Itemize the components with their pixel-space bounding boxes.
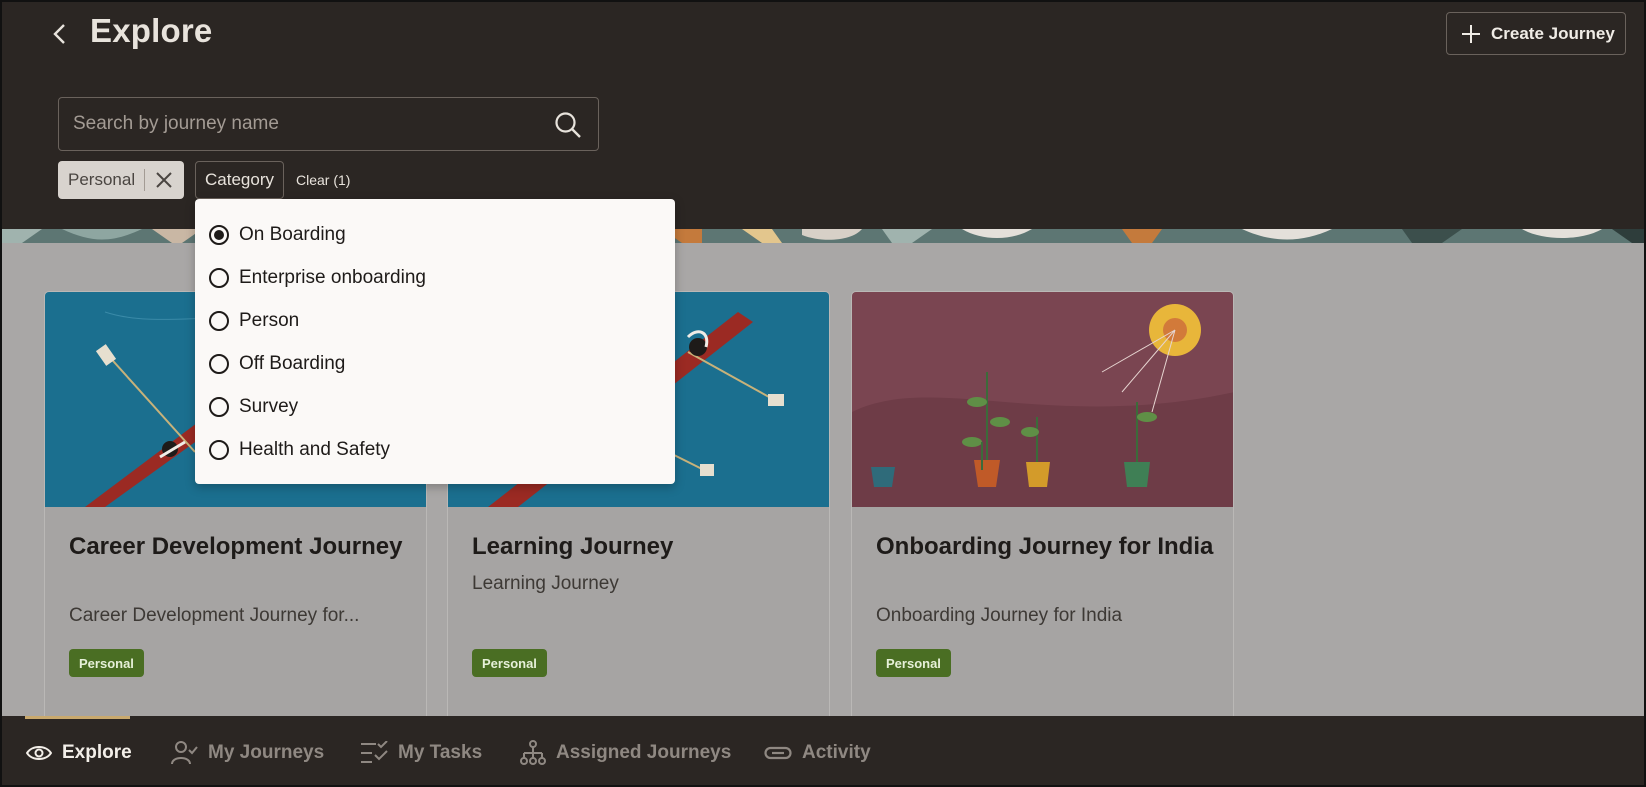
card-subtitle: Career Development Journey for... bbox=[69, 605, 360, 626]
card-subtitle: Onboarding Journey for India bbox=[876, 605, 1123, 626]
bottom-nav: Explore My Journeys My Tasks Assigned Jo… bbox=[2, 716, 1644, 785]
plus-icon bbox=[1462, 24, 1480, 43]
filter-chip-personal: Personal bbox=[58, 161, 184, 199]
nav-label: My Tasks bbox=[398, 741, 483, 763]
journey-card[interactable]: Onboarding Journey for India Onboarding … bbox=[851, 291, 1234, 731]
nav-label: Explore bbox=[62, 741, 132, 763]
nav-label: Assigned Journeys bbox=[556, 741, 732, 763]
remove-filter-button[interactable] bbox=[145, 161, 183, 199]
option-label: On Boarding bbox=[239, 223, 346, 245]
category-option-person[interactable]: Person bbox=[195, 299, 675, 342]
search-box bbox=[58, 97, 599, 151]
category-option-survey[interactable]: Survey bbox=[195, 385, 675, 428]
category-filter-button[interactable]: Category bbox=[195, 161, 284, 199]
create-journey-button[interactable]: Create Journey bbox=[1446, 12, 1626, 55]
radio-unselected bbox=[209, 396, 229, 417]
hierarchy-icon bbox=[520, 739, 546, 765]
back-button[interactable] bbox=[46, 20, 74, 48]
nav-item-my-tasks[interactable]: My Tasks bbox=[360, 716, 483, 785]
option-label: Enterprise onboarding bbox=[239, 266, 426, 288]
task-list-icon bbox=[361, 740, 388, 763]
radio-unselected bbox=[209, 310, 229, 331]
clear-filters-link[interactable]: Clear (1) bbox=[296, 172, 350, 188]
close-icon bbox=[156, 172, 172, 188]
nav-item-explore[interactable]: Explore bbox=[26, 716, 132, 785]
option-label: Survey bbox=[239, 395, 299, 417]
search-input[interactable] bbox=[73, 98, 543, 150]
option-label: Health and Safety bbox=[239, 438, 391, 460]
app-frame: Explore Create Journey Personal Category… bbox=[0, 0, 1646, 787]
option-label: Person bbox=[239, 309, 300, 331]
category-option-enterprise-onboarding[interactable]: Enterprise onboarding bbox=[195, 256, 675, 299]
category-option-off-boarding[interactable]: Off Boarding bbox=[195, 342, 675, 385]
option-label: Off Boarding bbox=[239, 352, 346, 374]
link-icon bbox=[764, 746, 792, 759]
nav-item-activity[interactable]: Activity bbox=[764, 716, 871, 785]
radio-unselected bbox=[209, 353, 229, 374]
eye-icon bbox=[26, 745, 52, 760]
nav-item-assigned-journeys[interactable]: Assigned Journeys bbox=[520, 716, 732, 785]
nav-label: Activity bbox=[802, 741, 871, 763]
create-journey-label: Create Journey bbox=[1491, 23, 1615, 43]
card-title: Career Development Journey bbox=[69, 533, 403, 560]
category-dropdown: On Boarding Enterprise onboarding Person… bbox=[195, 199, 675, 484]
category-option-on-boarding[interactable]: On Boarding bbox=[195, 213, 675, 256]
nav-label: My Journeys bbox=[208, 741, 325, 763]
radio-unselected bbox=[209, 267, 229, 288]
card-subtitle: Learning Journey bbox=[472, 573, 619, 594]
card-badge: Personal bbox=[472, 649, 547, 677]
user-check-icon bbox=[171, 740, 198, 764]
card-image-plants bbox=[852, 292, 1233, 507]
page-title: Explore bbox=[90, 12, 213, 49]
card-badge: Personal bbox=[876, 649, 951, 677]
page-header: Explore Create Journey Personal Category… bbox=[2, 2, 1644, 229]
card-title: Learning Journey bbox=[472, 533, 674, 560]
category-option-health-and-safety[interactable]: Health and Safety bbox=[195, 428, 675, 471]
card-badge: Personal bbox=[69, 649, 144, 677]
nav-item-my-journeys[interactable]: My Journeys bbox=[170, 716, 325, 785]
card-title: Onboarding Journey for India bbox=[876, 533, 1214, 560]
search-icon[interactable] bbox=[554, 111, 582, 139]
back-chevron-icon bbox=[53, 24, 65, 44]
radio-unselected bbox=[209, 439, 229, 460]
filter-chip-label: Personal bbox=[68, 170, 136, 189]
radio-selected bbox=[209, 224, 229, 245]
